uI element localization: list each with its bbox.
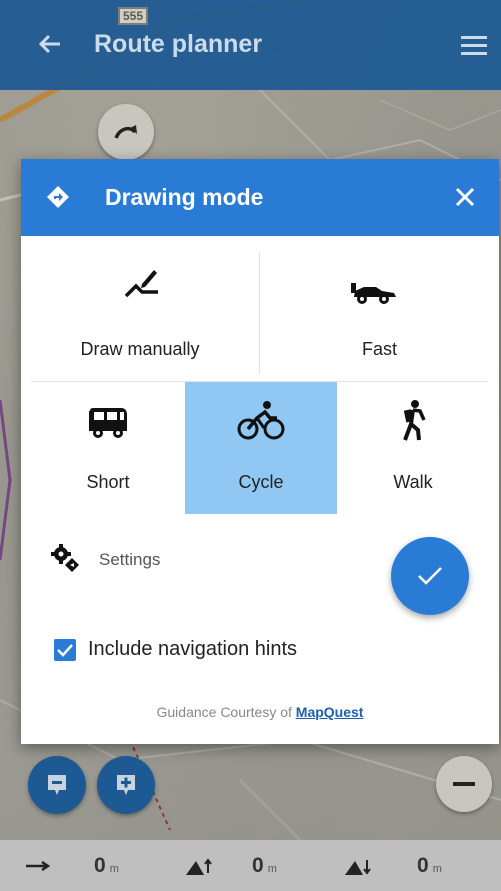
settings-button[interactable] xyxy=(51,544,81,572)
elevation-up-icon xyxy=(186,857,212,875)
credit-text: Guidance Courtesy of MapQuest xyxy=(21,704,499,720)
distance-stat: 0 m xyxy=(26,840,119,891)
mode-label: Cycle xyxy=(238,472,284,492)
dialog-title: Drawing mode xyxy=(105,184,264,210)
dialog-header: Drawing mode xyxy=(21,159,499,236)
mode-label: Draw manually xyxy=(80,339,200,359)
stat-value: 0 xyxy=(94,853,106,877)
settings-label[interactable]: Settings xyxy=(99,550,160,570)
redo-icon xyxy=(114,125,137,139)
route-stats-bar: 0 m 0 m 0 m xyxy=(0,840,501,891)
add-point-icon xyxy=(117,775,135,795)
checkmark-icon xyxy=(57,644,73,657)
stat-value: 0 xyxy=(252,853,264,877)
top-app-bar: 555 Route planner xyxy=(0,0,501,90)
confirm-button[interactable] xyxy=(391,537,469,615)
redo-button[interactable] xyxy=(98,104,154,160)
stat-unit: m xyxy=(267,862,277,875)
hiker-icon xyxy=(403,400,426,441)
route-diamond-icon xyxy=(47,186,69,208)
mode-label: Walk xyxy=(393,472,433,492)
close-icon[interactable] xyxy=(454,186,476,208)
settings-gears-icon xyxy=(51,544,79,572)
road-badge: 555 xyxy=(118,7,149,25)
page-title: Route planner xyxy=(94,30,263,58)
zoom-out-button[interactable] xyxy=(436,756,492,812)
credit-prefix: Guidance Courtesy of xyxy=(156,704,296,720)
mode-draw-manually[interactable]: Draw manually xyxy=(21,236,259,381)
mode-short[interactable]: Short xyxy=(31,382,185,514)
add-waypoint-button[interactable] xyxy=(97,756,155,814)
mode-walk[interactable]: Walk xyxy=(337,382,489,514)
include-hints-checkbox[interactable] xyxy=(54,639,76,661)
mode-label: Short xyxy=(86,472,130,492)
draw-pencil-icon xyxy=(124,270,158,298)
elevation-down-icon xyxy=(345,859,371,875)
mode-cycle[interactable]: Cycle xyxy=(185,382,337,514)
mode-fast[interactable]: Fast xyxy=(260,236,499,381)
zoom-out-waypoint-button[interactable] xyxy=(28,756,86,814)
hamburger-menu-icon[interactable] xyxy=(461,36,487,56)
stat-unit: m xyxy=(432,862,442,875)
stat-unit: m xyxy=(109,862,119,875)
van-icon xyxy=(89,408,127,438)
remove-point-icon xyxy=(48,775,66,795)
minus-icon xyxy=(453,782,475,786)
bicycle-icon xyxy=(237,401,285,440)
stat-value: 0 xyxy=(417,853,429,877)
include-hints-label[interactable]: Include navigation hints xyxy=(88,638,297,661)
descent-stat: 0 m xyxy=(345,840,442,891)
check-icon xyxy=(418,567,442,585)
mapquest-link[interactable]: MapQuest xyxy=(296,704,364,720)
ascent-stat: 0 m xyxy=(186,840,277,891)
race-car-icon xyxy=(351,283,396,304)
arrow-right-icon xyxy=(26,860,50,871)
mode-label: Fast xyxy=(361,339,397,359)
arrow-left-icon[interactable] xyxy=(36,30,64,58)
drawing-mode-dialog: Drawing mode Draw manually Fast Short Cy… xyxy=(21,159,499,744)
